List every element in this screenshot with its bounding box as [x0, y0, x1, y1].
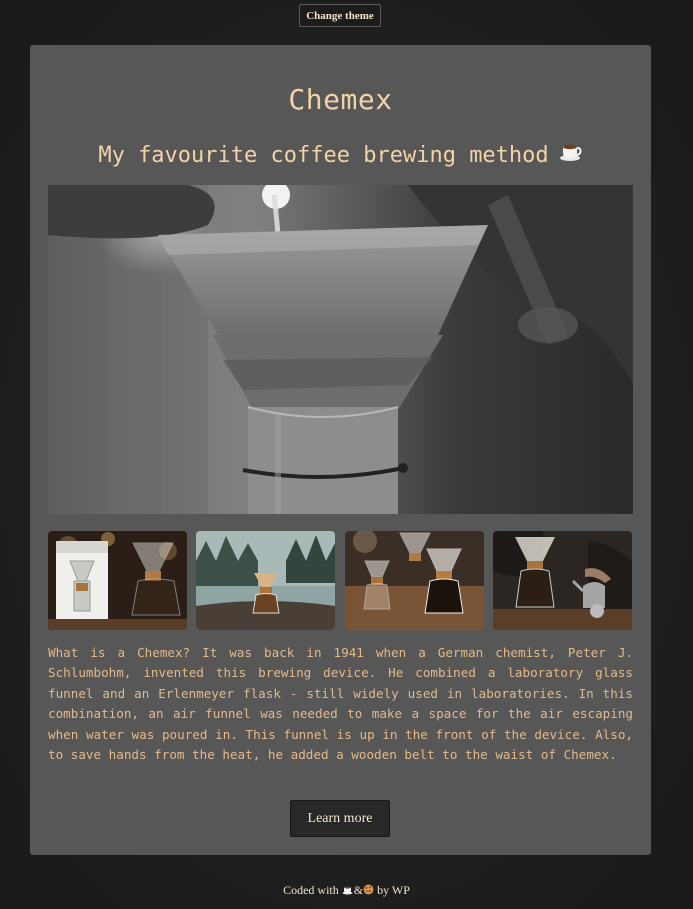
gallery-image-1[interactable]: [48, 531, 187, 630]
gallery-image-3[interactable]: [345, 531, 484, 630]
page-title: Chemex: [288, 83, 393, 116]
footer-prefix: Coded with: [283, 883, 339, 897]
cookie-icon: [363, 883, 374, 897]
hero-image: [48, 185, 633, 514]
learn-more-button[interactable]: Learn more: [290, 800, 390, 837]
coffee-cup-icon: [559, 140, 583, 168]
gallery-image-2[interactable]: [196, 531, 335, 630]
change-theme-button[interactable]: Change theme: [299, 4, 381, 27]
footer-amp: &: [353, 883, 364, 897]
footer: Coded with & by WP: [0, 883, 693, 898]
subtitle-text: My favourite coffee brewing method: [98, 143, 549, 168]
coffee-cup-icon: [342, 883, 354, 897]
description-text: What is a Chemex? It was back in 1941 wh…: [48, 645, 633, 763]
content-card: Chemex My favourite coffee brewing metho…: [30, 45, 651, 855]
footer-suffix: by WP: [377, 883, 410, 897]
gallery-image-4[interactable]: [493, 531, 632, 630]
page-subtitle: My favourite coffee brewing method: [30, 140, 651, 168]
